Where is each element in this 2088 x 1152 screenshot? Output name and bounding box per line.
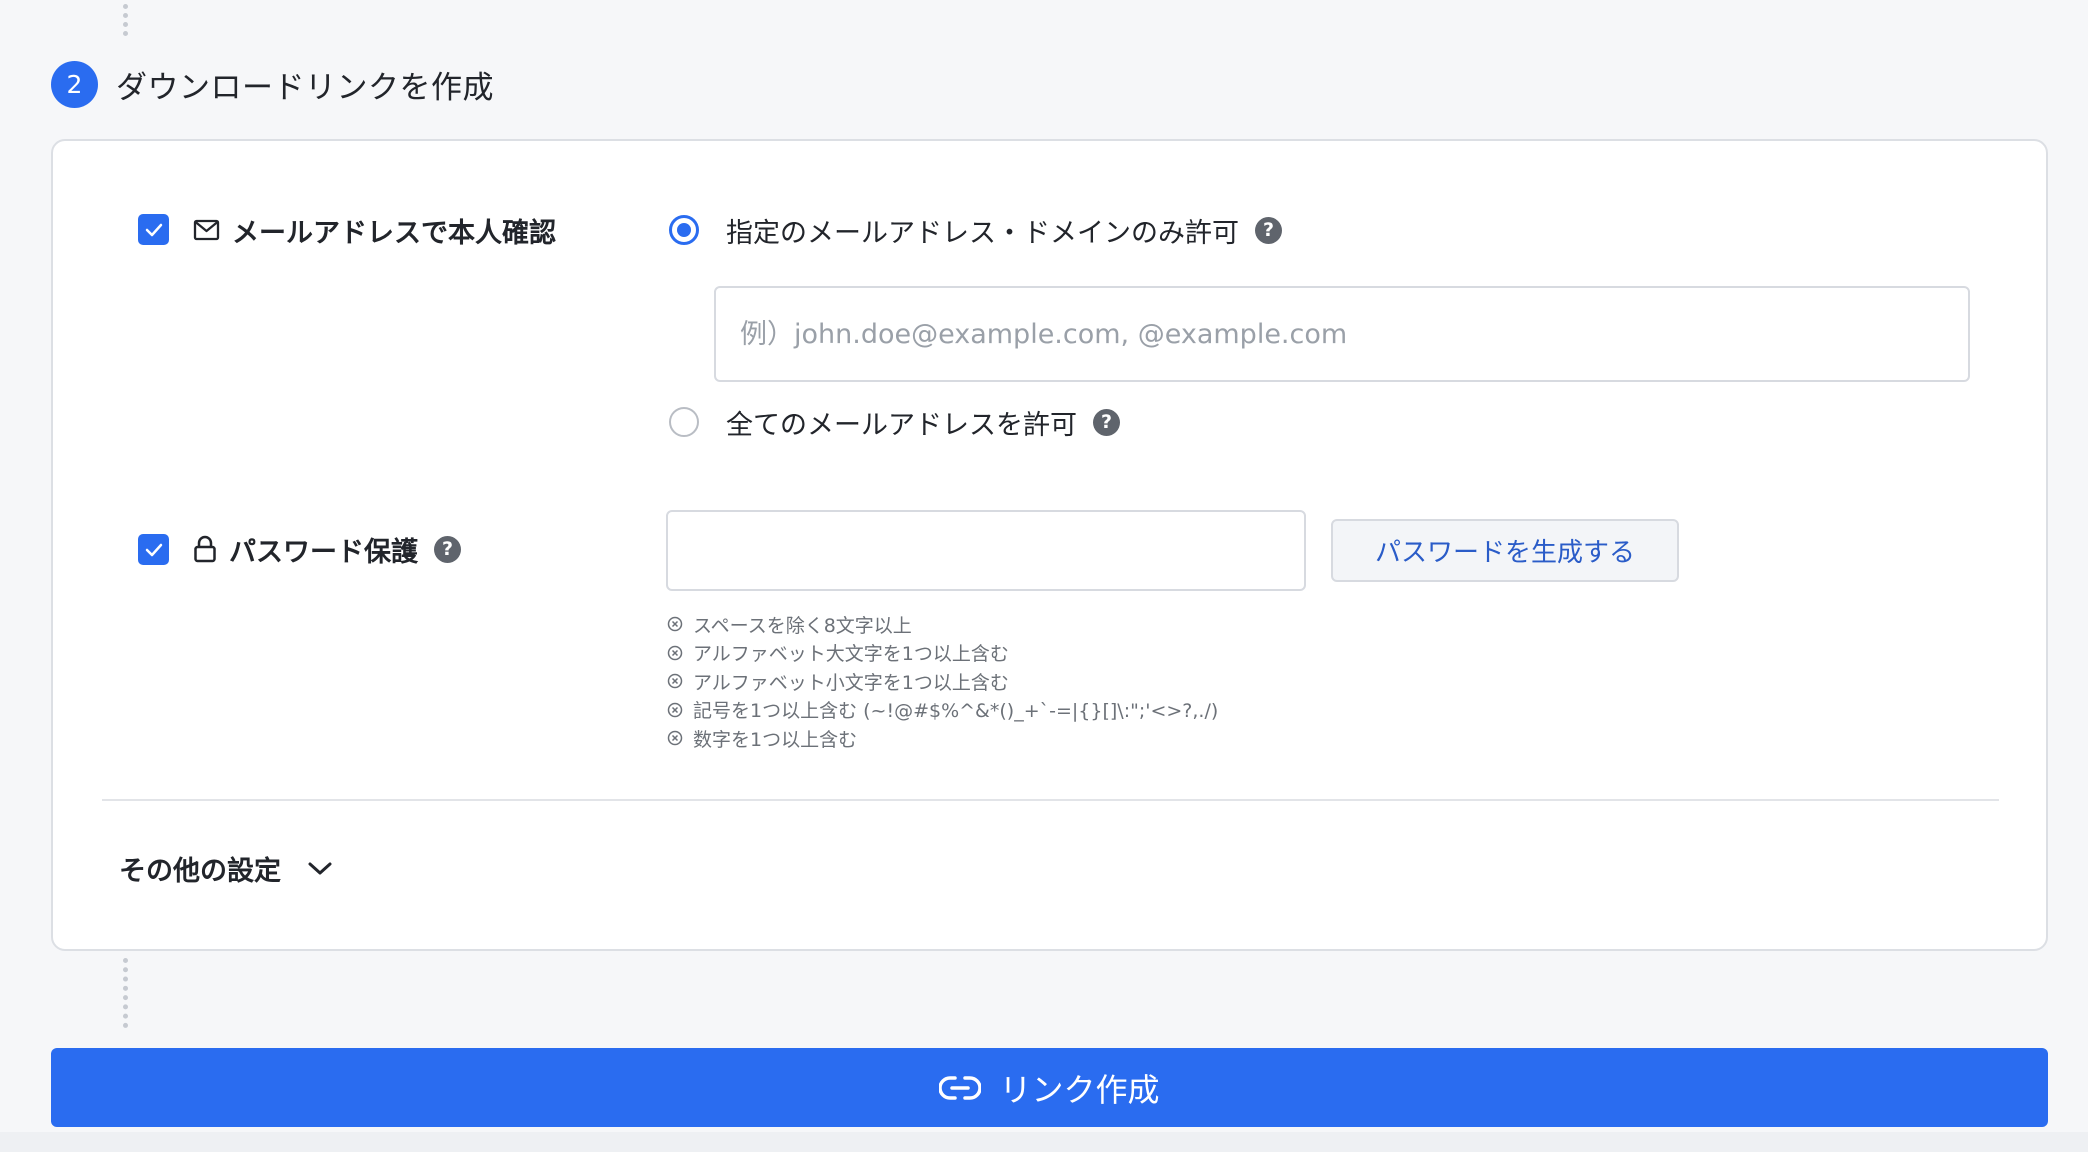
check-icon bbox=[145, 543, 162, 556]
link-settings-card: メールアドレスで本人確認 指定のメールアドレス・ドメインのみ許可 ? 全てのメー… bbox=[51, 139, 2048, 951]
radio-all-emails-label[interactable]: 全てのメールアドレスを許可 ? bbox=[726, 403, 1120, 441]
radio-specified-domains-label[interactable]: 指定のメールアドレス・ドメインのみ許可 ? bbox=[726, 211, 1282, 249]
password-rule-text: スペースを除く8文字以上 bbox=[693, 614, 912, 637]
password-protection-checkbox[interactable] bbox=[138, 534, 169, 565]
other-settings-label: その他の設定 bbox=[119, 856, 281, 887]
password-input[interactable] bbox=[666, 510, 1306, 591]
password-rule-text: アルファベット小文字を1つ以上含む bbox=[693, 671, 1009, 694]
circle-x-icon bbox=[667, 616, 683, 632]
password-rule-item: 数字を1つ以上含む bbox=[667, 724, 1218, 753]
other-settings-toggle[interactable]: その他の設定 bbox=[119, 849, 333, 888]
radio-specified-domains[interactable] bbox=[669, 215, 699, 245]
circle-x-icon bbox=[667, 730, 683, 746]
circle-x-icon bbox=[667, 645, 683, 661]
password-rule-text: 数字を1つ以上含む bbox=[693, 728, 858, 751]
password-rule-text: アルファベット大文字を1つ以上含む bbox=[693, 643, 1009, 666]
step-header: 2 ダウンロードリンクを作成 bbox=[51, 60, 494, 108]
circle-x-icon bbox=[667, 702, 683, 718]
step-connector-top bbox=[123, 4, 134, 36]
password-protection-label: パスワード保護 ? bbox=[193, 530, 461, 568]
radio-specified-domains-text: 指定のメールアドレス・ドメインのみ許可 bbox=[726, 217, 1239, 249]
create-link-button[interactable]: リンク作成 bbox=[51, 1048, 2048, 1127]
section-divider bbox=[102, 799, 1999, 801]
email-verification-label: メールアドレスで本人確認 bbox=[193, 211, 556, 249]
check-icon bbox=[145, 223, 162, 236]
password-rule-item: アルファベット小文字を1つ以上含む bbox=[667, 667, 1218, 696]
link-icon bbox=[939, 1075, 982, 1101]
password-rule-item: アルファベット大文字を1つ以上含む bbox=[667, 639, 1218, 668]
circle-x-icon bbox=[667, 673, 683, 689]
help-icon[interactable]: ? bbox=[1255, 216, 1282, 244]
create-link-label: リンク作成 bbox=[999, 1070, 1160, 1109]
page-bottom-strip bbox=[0, 1132, 2088, 1152]
step-number-badge: 2 bbox=[51, 60, 98, 108]
step-title: ダウンロードリンクを作成 bbox=[116, 69, 494, 106]
mail-icon bbox=[193, 219, 220, 241]
password-rules-list: スペースを除く8文字以上 アルファベット大文字を1つ以上含む アルファベット小文… bbox=[667, 610, 1218, 753]
allowed-email-input[interactable] bbox=[714, 286, 1970, 382]
radio-all-emails-text: 全てのメールアドレスを許可 bbox=[726, 409, 1077, 441]
email-verification-text: メールアドレスで本人確認 bbox=[232, 217, 556, 249]
step-connector-bottom bbox=[123, 958, 134, 1028]
lock-icon bbox=[193, 535, 217, 563]
email-verification-checkbox[interactable] bbox=[138, 214, 169, 245]
help-icon[interactable]: ? bbox=[434, 535, 461, 563]
chevron-down-icon bbox=[307, 861, 333, 877]
password-rule-text: 記号を1つ以上含む (~!@#$%^&*()_+`-=|{}[]\:";'<>?… bbox=[693, 700, 1219, 723]
password-rule-item: スペースを除く8文字以上 bbox=[667, 610, 1218, 639]
generate-password-button[interactable]: パスワードを生成する bbox=[1331, 519, 1679, 582]
password-protection-text: パスワード保護 bbox=[229, 536, 418, 568]
password-rule-item: 記号を1つ以上含む (~!@#$%^&*()_+`-=|{}[]\:";'<>?… bbox=[667, 696, 1218, 725]
radio-all-emails[interactable] bbox=[669, 407, 699, 437]
help-icon[interactable]: ? bbox=[1093, 408, 1120, 436]
